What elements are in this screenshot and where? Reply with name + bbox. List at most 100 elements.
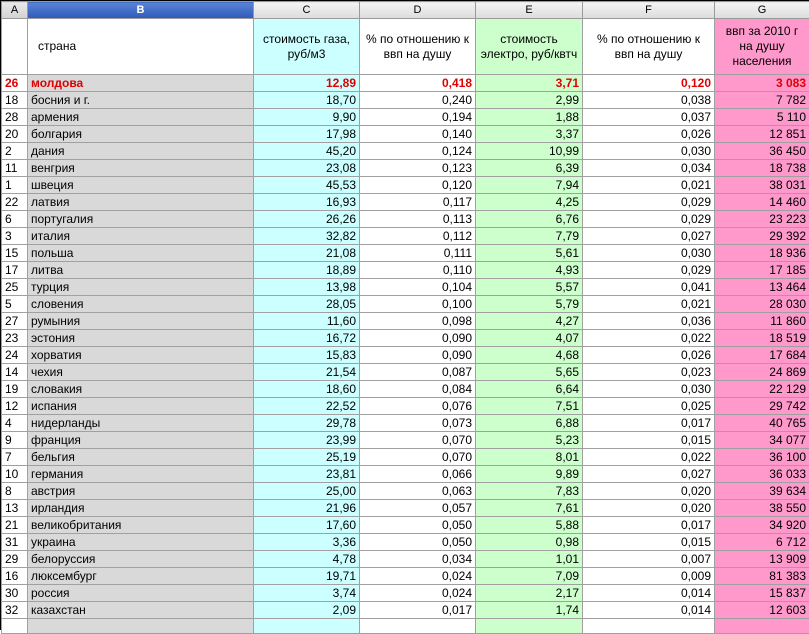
cell-gas-cost[interactable]: 23,81 bbox=[254, 466, 360, 483]
cell-rank[interactable]: 25 bbox=[2, 279, 28, 296]
cell-country[interactable]: турция bbox=[28, 279, 254, 296]
cell-gdp[interactable]: 24 869 bbox=[715, 364, 809, 381]
cell-electricity-pct[interactable]: 0,022 bbox=[583, 330, 715, 347]
cell-rank[interactable]: 9 bbox=[2, 432, 28, 449]
cell-gas-cost[interactable]: 2,09 bbox=[254, 602, 360, 619]
cell-rank[interactable]: 29 bbox=[2, 551, 28, 568]
cell-gas-cost[interactable]: 15,83 bbox=[254, 347, 360, 364]
cell-gas-pct[interactable]: 0,104 bbox=[360, 279, 476, 296]
cell-gdp[interactable]: 14 460 bbox=[715, 194, 809, 211]
cell-rank[interactable]: 4 bbox=[2, 415, 28, 432]
cell-electricity-cost[interactable]: 6,64 bbox=[476, 381, 583, 398]
cell-rank[interactable]: 10 bbox=[2, 466, 28, 483]
cell-gas-cost[interactable]: 23,08 bbox=[254, 160, 360, 177]
cell-electricity-pct[interactable]: 0,029 bbox=[583, 262, 715, 279]
cell-electricity-cost[interactable]: 6,39 bbox=[476, 160, 583, 177]
cell-electricity-pct[interactable]: 0,027 bbox=[583, 466, 715, 483]
cell-electricity-cost[interactable]: 5,61 bbox=[476, 245, 583, 262]
cell-electricity-cost[interactable]: 6,76 bbox=[476, 211, 583, 228]
cell-electricity-cost[interactable]: 5,65 bbox=[476, 364, 583, 381]
cell-electricity-pct[interactable]: 0,014 bbox=[583, 585, 715, 602]
cell-gdp[interactable]: 17 684 bbox=[715, 347, 809, 364]
cell-rank[interactable]: 16 bbox=[2, 568, 28, 585]
cell-gdp[interactable]: 17 185 bbox=[715, 262, 809, 279]
cell-electricity-pct[interactable]: 0,021 bbox=[583, 177, 715, 194]
cell-gas-cost[interactable]: 16,93 bbox=[254, 194, 360, 211]
cell-rank[interactable]: 20 bbox=[2, 126, 28, 143]
cell-gas-cost[interactable]: 16,72 bbox=[254, 330, 360, 347]
cell-country[interactable]: польша bbox=[28, 245, 254, 262]
cell-rank[interactable]: 27 bbox=[2, 313, 28, 330]
cell-gdp[interactable]: 3 083 bbox=[715, 75, 809, 92]
cell-rank[interactable]: 3 bbox=[2, 228, 28, 245]
cell-gdp[interactable]: 13 464 bbox=[715, 279, 809, 296]
cell-gdp[interactable]: 18 738 bbox=[715, 160, 809, 177]
cell-country[interactable]: венгрия bbox=[28, 160, 254, 177]
cell-electricity-pct[interactable]: 0,029 bbox=[583, 194, 715, 211]
cell-electricity-cost[interactable]: 7,61 bbox=[476, 500, 583, 517]
cell-gas-pct[interactable]: 0,124 bbox=[360, 143, 476, 160]
cell-electricity-cost[interactable]: 7,94 bbox=[476, 177, 583, 194]
cell-gdp[interactable]: 39 634 bbox=[715, 483, 809, 500]
cell-country[interactable]: латвия bbox=[28, 194, 254, 211]
cell-electricity-pct[interactable]: 0,025 bbox=[583, 398, 715, 415]
cell-country[interactable]: германия bbox=[28, 466, 254, 483]
cell-gdp[interactable]: 7 782 bbox=[715, 92, 809, 109]
cell-gas-pct[interactable]: 0,070 bbox=[360, 432, 476, 449]
cell-electricity-cost[interactable]: 6,88 bbox=[476, 415, 583, 432]
cell-rank[interactable]: 7 bbox=[2, 449, 28, 466]
cell-gas-cost[interactable]: 13,98 bbox=[254, 279, 360, 296]
cell-rank[interactable]: 11 bbox=[2, 160, 28, 177]
column-letter-d[interactable]: D bbox=[360, 2, 476, 19]
cell-rank[interactable]: 18 bbox=[2, 92, 28, 109]
cell-gdp[interactable]: 18 519 bbox=[715, 330, 809, 347]
cell-gas-pct[interactable]: 0,111 bbox=[360, 245, 476, 262]
cell-electricity-pct[interactable]: 0,029 bbox=[583, 211, 715, 228]
cell-electricity-cost[interactable]: 0,98 bbox=[476, 534, 583, 551]
cell-gas-cost[interactable]: 9,90 bbox=[254, 109, 360, 126]
cell-country[interactable]: словения bbox=[28, 296, 254, 313]
cell-electricity-cost[interactable]: 7,79 bbox=[476, 228, 583, 245]
cell-gas-cost-empty[interactable] bbox=[254, 619, 360, 634]
cell-electricity-pct[interactable]: 0,020 bbox=[583, 500, 715, 517]
column-letter-e[interactable]: E bbox=[476, 2, 583, 19]
cell-electricity-pct[interactable]: 0,020 bbox=[583, 483, 715, 500]
cell-gas-cost[interactable]: 19,71 bbox=[254, 568, 360, 585]
cell-rank[interactable]: 19 bbox=[2, 381, 28, 398]
cell-gdp[interactable]: 34 077 bbox=[715, 432, 809, 449]
column-letter-g[interactable]: G bbox=[715, 2, 809, 19]
cell-gas-pct[interactable]: 0,140 bbox=[360, 126, 476, 143]
header-cell-rank[interactable] bbox=[2, 19, 28, 75]
cell-country[interactable]: украина bbox=[28, 534, 254, 551]
cell-gdp[interactable]: 28 030 bbox=[715, 296, 809, 313]
cell-gas-cost[interactable]: 28,05 bbox=[254, 296, 360, 313]
cell-gdp[interactable]: 23 223 bbox=[715, 211, 809, 228]
cell-gas-cost[interactable]: 45,20 bbox=[254, 143, 360, 160]
cell-electricity-cost-empty[interactable] bbox=[476, 619, 583, 634]
cell-gdp[interactable]: 36 033 bbox=[715, 466, 809, 483]
cell-gdp[interactable]: 13 909 bbox=[715, 551, 809, 568]
cell-electricity-pct[interactable]: 0,034 bbox=[583, 160, 715, 177]
cell-gas-cost[interactable]: 21,96 bbox=[254, 500, 360, 517]
cell-gas-cost[interactable]: 3,36 bbox=[254, 534, 360, 551]
cell-rank[interactable]: 2 bbox=[2, 143, 28, 160]
header-cell-country[interactable]: страна bbox=[28, 19, 254, 75]
cell-electricity-cost[interactable]: 9,89 bbox=[476, 466, 583, 483]
cell-gas-cost[interactable]: 25,19 bbox=[254, 449, 360, 466]
cell-country[interactable]: литва bbox=[28, 262, 254, 279]
cell-gas-pct[interactable]: 0,090 bbox=[360, 347, 476, 364]
cell-country[interactable]: великобритания bbox=[28, 517, 254, 534]
cell-rank[interactable]: 28 bbox=[2, 109, 28, 126]
cell-country[interactable]: румыния bbox=[28, 313, 254, 330]
cell-gas-cost[interactable]: 11,60 bbox=[254, 313, 360, 330]
cell-country[interactable]: белоруссия bbox=[28, 551, 254, 568]
cell-rank[interactable]: 14 bbox=[2, 364, 28, 381]
cell-rank[interactable]: 15 bbox=[2, 245, 28, 262]
cell-electricity-cost[interactable]: 8,01 bbox=[476, 449, 583, 466]
cell-gdp[interactable]: 12 603 bbox=[715, 602, 809, 619]
cell-rank[interactable]: 1 bbox=[2, 177, 28, 194]
cell-rank[interactable]: 24 bbox=[2, 347, 28, 364]
cell-gas-cost[interactable]: 25,00 bbox=[254, 483, 360, 500]
cell-gas-cost[interactable]: 4,78 bbox=[254, 551, 360, 568]
cell-gdp[interactable]: 36 100 bbox=[715, 449, 809, 466]
